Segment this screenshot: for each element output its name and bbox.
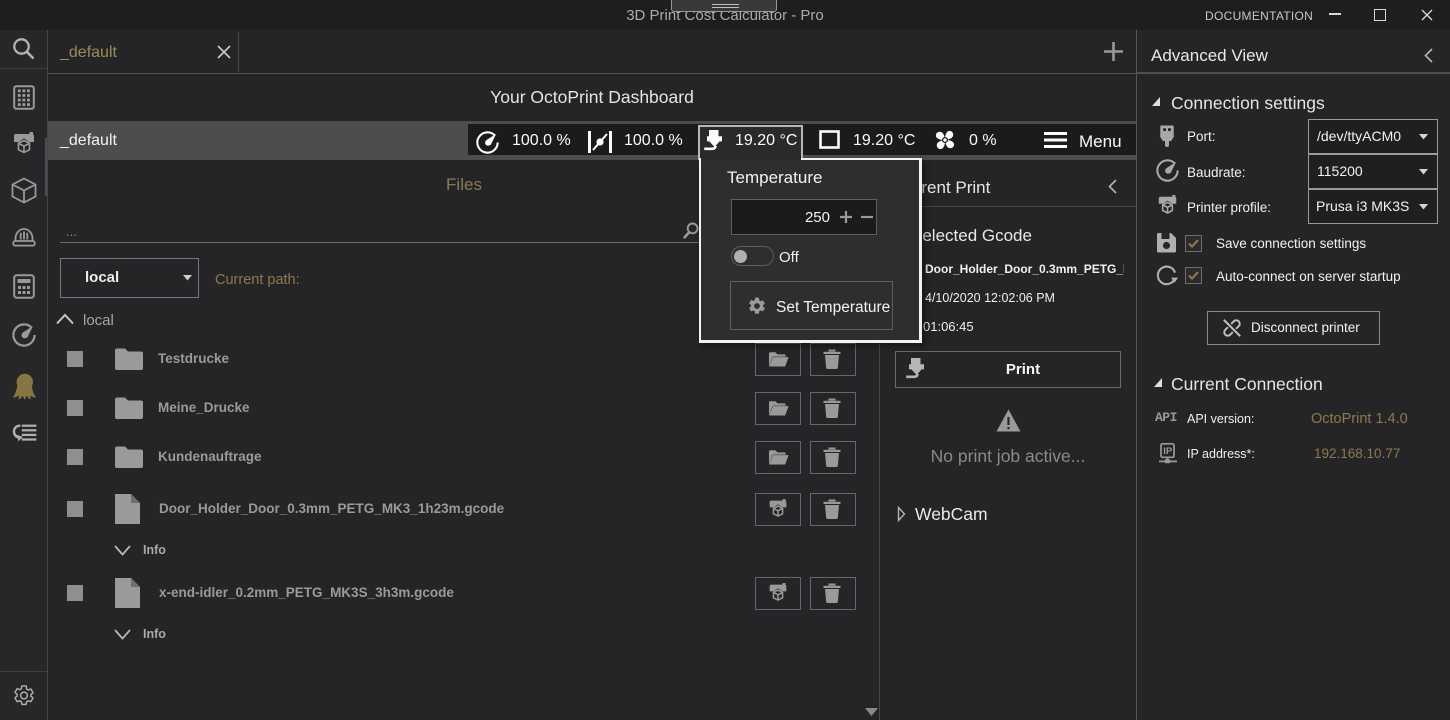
svg-text:IP: IP bbox=[1163, 446, 1173, 457]
